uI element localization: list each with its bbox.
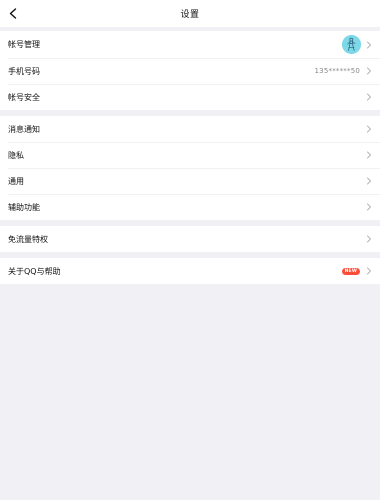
row-right (342, 35, 372, 54)
settings-item-account-management[interactable]: 帐号管理 (0, 31, 380, 58)
chevron-right-icon (367, 235, 371, 243)
settings-item-phone-number[interactable]: 手机号码 135******50 (0, 58, 380, 84)
settings-item-account-security[interactable]: 帐号安全 (0, 84, 380, 110)
settings-item-free-data[interactable]: 免流量特权 (0, 226, 380, 252)
chevron-right-icon (367, 41, 371, 48)
settings-item-accessibility[interactable]: 辅助功能 (0, 194, 380, 220)
settings-item-label: 帐号管理 (8, 40, 40, 49)
settings-item-label: 关于QQ与帮助 (8, 266, 61, 276)
avatar (342, 35, 361, 54)
chevron-right-icon (367, 267, 371, 275)
settings-item-notifications[interactable]: 消息通知 (0, 116, 380, 142)
row-right (366, 93, 372, 101)
settings-item-label: 手机号码 (8, 66, 40, 76)
chevron-right-icon (367, 151, 371, 159)
about-group: 关于QQ与帮助 NEW (0, 258, 380, 284)
settings-item-label: 通用 (8, 176, 24, 186)
chevron-right-icon (367, 125, 371, 133)
row-right (366, 203, 372, 211)
row-right (366, 177, 372, 185)
chevron-right-icon (367, 177, 371, 185)
data-group: 免流量特权 (0, 226, 380, 252)
back-button[interactable] (6, 6, 20, 20)
settings-item-label: 隐私 (8, 150, 24, 160)
row-right (366, 125, 372, 133)
chevron-right-icon (367, 93, 371, 101)
settings-item-label: 免流量特权 (8, 234, 48, 244)
navigation-bar: 设置 (0, 0, 380, 27)
settings-item-label: 帐号安全 (8, 92, 40, 102)
page-title: 设置 (180, 10, 200, 20)
chevron-right-icon (367, 203, 371, 211)
row-right (366, 151, 372, 159)
row-right: 135******50 (315, 67, 372, 75)
settings-item-privacy[interactable]: 隐私 (0, 142, 380, 168)
row-right: NEW (341, 267, 372, 275)
settings-item-about-help[interactable]: 关于QQ与帮助 NEW (0, 258, 380, 284)
settings-item-label: 消息通知 (8, 124, 40, 134)
phone-number-value: 135******50 (314, 67, 360, 75)
back-arrow-icon (9, 7, 17, 19)
settings-item-label: 辅助功能 (8, 202, 40, 212)
chevron-right-icon (367, 67, 371, 75)
account-group: 帐号管理 手机号码 135******50 帐号安全 (0, 31, 380, 110)
avatar-figure-icon (342, 35, 361, 54)
row-right (366, 235, 372, 243)
settings-item-general[interactable]: 通用 (0, 168, 380, 194)
new-badge: NEW (341, 267, 360, 275)
general-group: 消息通知 隐私 通用 辅助功能 (0, 116, 380, 220)
settings-screen: 设置 帐号管理 手机号码 135******50 帐号安全 消息通知 隐私 通用… (0, 0, 380, 500)
